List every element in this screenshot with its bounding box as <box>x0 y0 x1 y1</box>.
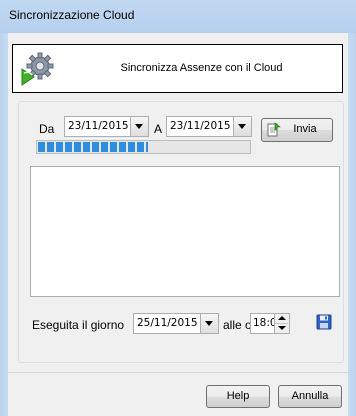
from-date-dropdown-button[interactable] <box>130 117 148 136</box>
help-button[interactable]: Help <box>206 385 270 408</box>
executed-time-spinner[interactable]: 18:00 <box>250 313 290 334</box>
to-date-value: 23/11/2015 <box>170 120 231 132</box>
progress-fill <box>38 142 148 152</box>
executed-date-dropdown-button[interactable] <box>200 314 218 333</box>
send-button-label: Invia <box>293 123 317 135</box>
window-right-border <box>348 33 356 416</box>
to-date-picker[interactable]: 23/11/2015 <box>166 116 252 137</box>
floppy-disk-icon[interactable] <box>316 314 332 330</box>
sync-gear-icon <box>20 52 58 86</box>
executed-date-picker[interactable]: 25/11/2015 <box>133 313 219 334</box>
to-date-dropdown-button[interactable] <box>233 117 251 136</box>
to-date-label: A <box>154 122 163 136</box>
send-button[interactable]: Invia <box>261 118 333 142</box>
chevron-down-icon <box>135 124 143 129</box>
header-title: Sincronizza Assenze con il Cloud <box>120 62 283 74</box>
chevron-down-icon <box>238 124 246 129</box>
cancel-button[interactable]: Annulla <box>278 385 342 408</box>
window-left-border <box>0 33 8 416</box>
arrow-down-icon <box>278 326 286 330</box>
chevron-down-icon <box>205 321 213 326</box>
time-spin-buttons <box>274 314 289 333</box>
cancel-button-label: Annulla <box>291 390 329 402</box>
sync-progress-bar <box>36 140 251 154</box>
spin-up-button[interactable] <box>275 314 288 324</box>
executed-date-value: 25/11/2015 <box>137 317 198 329</box>
executed-date-label: Eseguita il giorno <box>32 318 125 332</box>
arrow-up-icon <box>278 316 286 320</box>
log-text-area[interactable] <box>30 166 340 297</box>
window-title: Sincronizzazione Cloud <box>9 8 135 22</box>
help-button-label: Help <box>226 390 250 402</box>
from-date-label: Da <box>39 122 55 136</box>
footer-separator <box>8 372 348 373</box>
from-date-picker[interactable]: 23/11/2015 <box>64 116 149 137</box>
spin-down-button[interactable] <box>275 324 288 333</box>
from-date-value: 23/11/2015 <box>68 120 129 132</box>
